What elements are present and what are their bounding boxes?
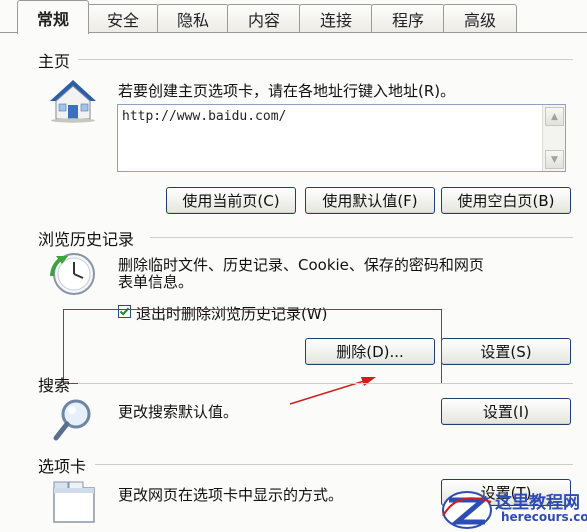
use-blank-page-button[interactable]: 使用空白页(B) <box>441 187 571 214</box>
history-settings-button[interactable]: 设置(S) <box>441 338 571 365</box>
history-description-line2: 表单信息。 <box>118 273 194 291</box>
watermark-logo-icon <box>442 491 492 529</box>
tab-advanced[interactable]: 高级 <box>443 4 517 33</box>
history-clock-icon <box>48 250 100 300</box>
history-group-divider <box>150 237 573 238</box>
home-address-textarea[interactable]: http://www.baidu.com/ ▲ ▼ <box>117 104 566 172</box>
tab-general[interactable]: 常规 <box>17 0 89 34</box>
home-address-value[interactable]: http://www.baidu.com/ <box>122 109 286 124</box>
home-group-divider <box>78 59 573 60</box>
search-group-label: 搜索 <box>38 376 71 395</box>
textarea-scrollbar[interactable]: ▲ ▼ <box>542 105 565 171</box>
tabs-description: 更改网页在选项卡中显示的方式。 <box>118 486 344 504</box>
home-icon <box>48 77 98 123</box>
annotation-highlight-box <box>63 309 442 384</box>
search-settings-button[interactable]: 设置(I) <box>441 398 571 425</box>
tab-security[interactable]: 安全 <box>87 4 159 33</box>
search-magnifier-icon <box>50 396 98 444</box>
use-current-page-button[interactable]: 使用当前页(C) <box>166 187 296 214</box>
scroll-down-arrow-icon[interactable]: ▼ <box>545 150 564 169</box>
use-default-button[interactable]: 使用默认值(F) <box>305 187 435 214</box>
search-group-divider <box>78 383 573 384</box>
tab-privacy[interactable]: 隐私 <box>157 4 229 33</box>
watermark: 这里教程网 herecours.com <box>437 486 587 532</box>
watermark-site: herecours.com <box>501 510 587 524</box>
tab-programs[interactable]: 程序 <box>371 4 445 33</box>
home-description: 若要创建主页选项卡，请在各地址行键入地址(R)。 <box>118 82 456 100</box>
tabs-group-label: 选项卡 <box>38 457 87 476</box>
tab-connections[interactable]: 连接 <box>299 4 373 33</box>
tabs-group-divider <box>95 464 573 465</box>
history-group-label: 浏览历史记录 <box>38 230 135 249</box>
search-description: 更改搜索默认值。 <box>118 403 239 421</box>
home-group-label: 主页 <box>38 52 71 71</box>
scroll-up-arrow-icon[interactable]: ▲ <box>545 107 564 126</box>
tab-content[interactable]: 内容 <box>227 4 301 33</box>
tabs-window-icon <box>48 476 100 526</box>
